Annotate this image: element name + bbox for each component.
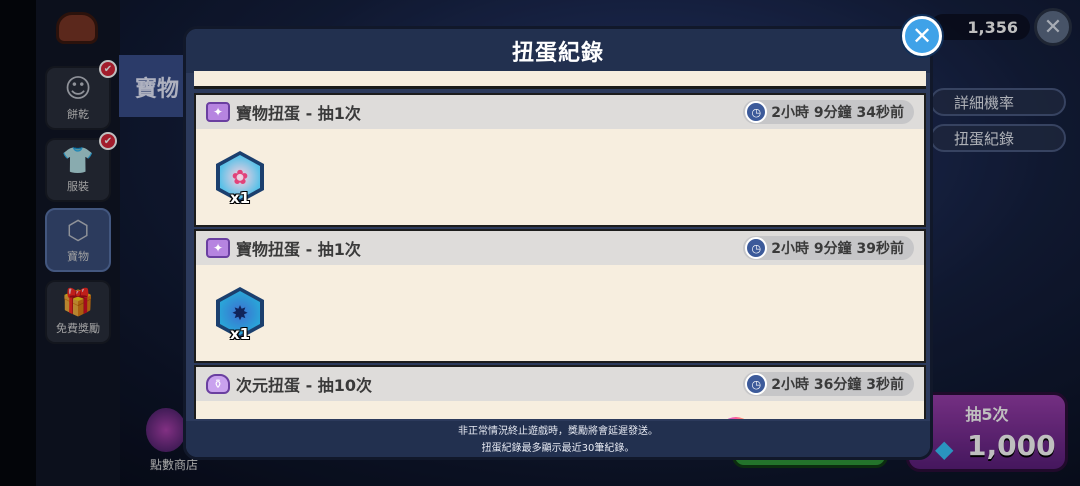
record-title: 寶物扭蛋 - 抽1次 — [236, 240, 361, 259]
record-time-text: 2小時 9分鐘 39秒前 — [771, 241, 904, 257]
record-time-text: 2小時 36分鐘 3秒前 — [771, 377, 904, 393]
reward-item[interactable]: ✿ x1 — [216, 151, 266, 209]
record-title: 次元扭蛋 - 抽10次 — [236, 376, 373, 395]
treasure-ticket-icon: ✦ — [206, 238, 230, 258]
list-item: ✦ 寶物扭蛋 - 抽1次 ◷ 2小時 9分鐘 39秒前 ✸ x1 — [194, 229, 926, 363]
clock-icon: ◷ — [745, 373, 768, 395]
reward-quantity: x1 — [230, 189, 251, 207]
record-time: ◷ 2小時 9分鐘 39秒前 — [743, 236, 914, 260]
reward-quantity: x1 — [230, 325, 251, 343]
modal-title: 扭蛋紀錄 — [511, 41, 604, 66]
record-header: ✦ 寶物扭蛋 - 抽1次 ◷ 2小時 9分鐘 34秒前 — [196, 95, 924, 129]
gacha-history-modal: 扭蛋紀錄 ✦ 寶物扭蛋 - 抽1次 ◷ 2小時 9分鐘 34秒前 ✿ x1 ✦ … — [183, 26, 933, 460]
footer-notice: 非正常情況終止遊戲時，獎勵將會延遲發送。 — [458, 426, 658, 437]
record-header: ✦ 寶物扭蛋 - 抽1次 ◷ 2小時 9分鐘 39秒前 — [196, 231, 924, 265]
list-item: ⚱ 次元扭蛋 - 抽10次 ◷ 2小時 36分鐘 3秒前 — [194, 365, 926, 419]
record-header: ⚱ 次元扭蛋 - 抽10次 ◷ 2小時 36分鐘 3秒前 — [196, 367, 924, 401]
list-item: ✦ 寶物扭蛋 - 抽1次 ◷ 2小時 9分鐘 34秒前 ✿ x1 — [194, 93, 926, 227]
record-time: ◷ 2小時 36分鐘 3秒前 — [743, 372, 914, 396]
history-list[interactable]: ✦ 寶物扭蛋 - 抽1次 ◷ 2小時 9分鐘 34秒前 ✿ x1 ✦ 寶物扭蛋 … — [194, 71, 926, 419]
modal-close-icon[interactable]: ✕ — [902, 16, 942, 56]
clock-icon: ◷ — [745, 237, 768, 259]
treasure-ticket-icon: ✦ — [206, 102, 230, 122]
modal-header: 扭蛋紀錄 — [186, 29, 930, 73]
clock-icon: ◷ — [745, 101, 768, 123]
record-title: 寶物扭蛋 - 抽1次 — [236, 104, 361, 123]
record-time-text: 2小時 9分鐘 34秒前 — [771, 105, 904, 121]
record-time: ◷ 2小時 9分鐘 34秒前 — [743, 100, 914, 124]
reward-orb-icon — [718, 417, 754, 419]
potion-icon: ⚱ — [206, 374, 230, 394]
list-item-partial — [194, 71, 926, 89]
footer-notice: 扭蛋紀錄最多顯示最近30筆紀錄。 — [481, 443, 635, 454]
modal-footer: 非正常情況終止遊戲時，獎勵將會延遲發送。 扭蛋紀錄最多顯示最近30筆紀錄。 — [186, 421, 930, 457]
reward-item[interactable]: ✸ x1 — [216, 287, 266, 345]
